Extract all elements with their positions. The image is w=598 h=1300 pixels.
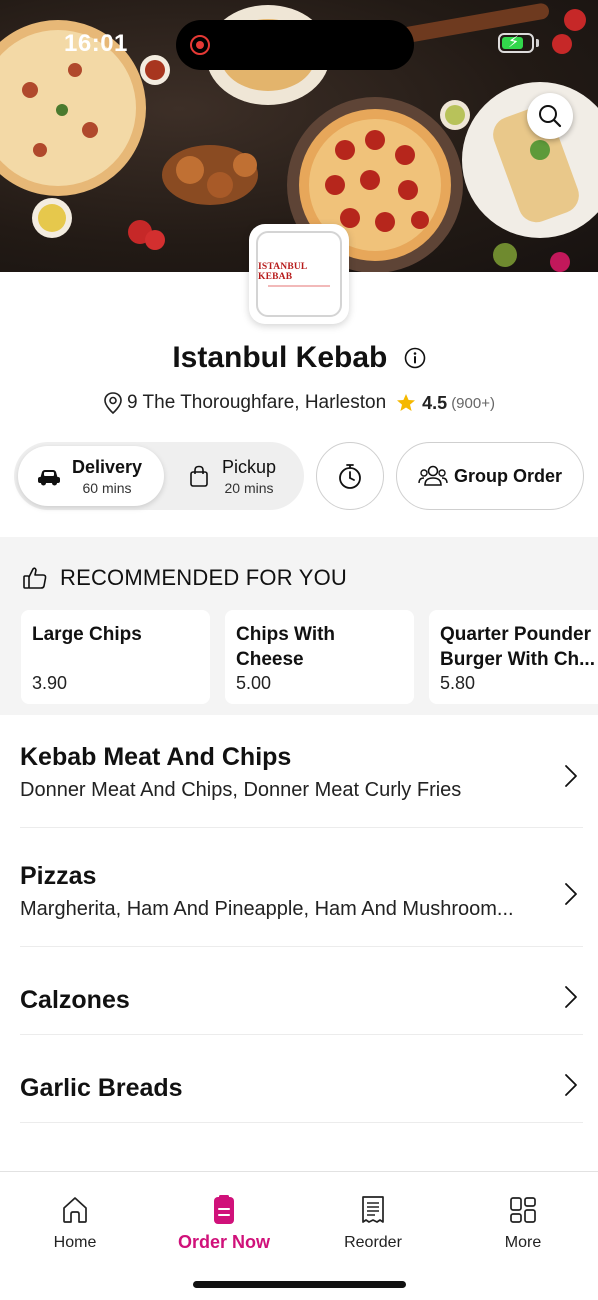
category-title: Kebab Meat And Chips <box>20 743 292 771</box>
nav-home[interactable]: Home <box>15 1194 135 1252</box>
battery-icon: ⚡ <box>498 33 534 53</box>
recommended-item-name: Large Chips <box>32 624 142 645</box>
delivery-pickup-toggle: Delivery 60 mins Pickup 20 mins <box>14 442 304 510</box>
recommended-header: RECOMMENDED FOR YOU <box>22 565 347 591</box>
recording-indicator-icon <box>190 35 210 55</box>
category-description: Donner Meat And Chips, Donner Meat Curly… <box>20 779 462 801</box>
chevron-right-icon <box>565 765 577 787</box>
category-row[interactable]: Garlic Breads <box>20 1035 583 1123</box>
nav-home-label: Home <box>53 1234 97 1251</box>
thumbs-up-icon <box>23 567 47 589</box>
rating-count: (900+) <box>451 394 495 412</box>
recommended-title: RECOMMENDED FOR YOU <box>60 565 347 590</box>
chevron-right-icon <box>565 1074 577 1096</box>
schedule-button[interactable] <box>316 442 384 510</box>
logo-text: ISTANBUL KEBAB <box>258 261 307 282</box>
delivery-option[interactable]: Delivery 60 mins <box>18 446 164 506</box>
store-name: Istanbul Kebab <box>172 341 388 375</box>
category-row[interactable]: Kebab Meat And Chips Donner Meat And Chi… <box>20 743 583 828</box>
nav-more-label: More <box>504 1234 542 1251</box>
recommended-item[interactable]: Quarter Pounder Burger With Ch... 5.80 <box>429 610 598 704</box>
recommended-item[interactable]: Chips With Cheese 5.00 <box>225 610 414 704</box>
logo-underline <box>268 284 330 287</box>
logo-frame: ISTANBUL KEBAB <box>256 231 342 317</box>
category-description: Margherita, Ham And Pineapple, Ham And M… <box>20 898 514 920</box>
people-icon <box>418 465 448 486</box>
address-rating-row: 9 The Thoroughfare, Harleston 4.5 (900+) <box>0 391 598 415</box>
rating-value: 4.5 <box>422 392 448 413</box>
recommended-item-name: Chips With Cheese <box>236 624 336 670</box>
delivery-time: 60 mins <box>82 479 132 496</box>
info-icon[interactable] <box>404 347 426 369</box>
receipt-icon <box>362 1196 384 1223</box>
search-button[interactable] <box>527 93 573 139</box>
group-order-label: Group Order <box>453 465 562 486</box>
store-logo: ISTANBUL KEBAB <box>249 224 349 324</box>
category-row[interactable]: Calzones <box>20 947 583 1035</box>
chevron-right-icon <box>565 986 577 1008</box>
grid-icon <box>510 1197 536 1223</box>
category-title: Pizzas <box>20 862 97 890</box>
category-title: Calzones <box>20 986 130 1014</box>
recommended-item-price: 3.90 <box>32 673 68 693</box>
nav-more[interactable]: More <box>463 1194 583 1252</box>
store-title: Istanbul Kebab <box>0 340 598 375</box>
group-order-button[interactable]: Group Order <box>396 442 584 510</box>
recommended-item-price: 5.80 <box>440 673 476 693</box>
recommended-item-name: Quarter Pounder Burger With Ch... <box>440 624 595 670</box>
search-icon <box>539 105 562 128</box>
nav-reorder-label: Reorder <box>344 1234 402 1251</box>
stopwatch-icon <box>339 464 361 489</box>
nav-reorder[interactable]: Reorder <box>313 1194 433 1252</box>
recommended-item-price: 5.00 <box>236 673 272 693</box>
pickup-time: 20 mins <box>224 479 274 496</box>
pickup-label: Pickup <box>222 456 277 477</box>
star-icon <box>397 394 416 411</box>
store-address: 9 The Thoroughfare, Harleston <box>127 392 387 413</box>
dynamic-island <box>176 20 414 70</box>
order-icon <box>214 1195 234 1224</box>
home-indicator <box>193 1281 406 1288</box>
recommended-section: RECOMMENDED FOR YOU Large Chips 3.90 Chi… <box>0 537 598 715</box>
nav-order-now-label: Order Now <box>177 1232 270 1252</box>
chevron-right-icon <box>565 883 577 905</box>
delivery-label: Delivery <box>72 456 143 477</box>
status-time: 16:01 <box>64 30 128 57</box>
car-icon <box>38 470 60 486</box>
pickup-option[interactable]: Pickup 20 mins <box>172 446 300 506</box>
bag-icon <box>190 465 208 487</box>
battery-cap <box>536 39 539 47</box>
category-title: Garlic Breads <box>20 1074 183 1102</box>
nav-order-now[interactable]: Order Now <box>164 1194 284 1253</box>
charging-bolt-icon: ⚡ <box>508 34 520 51</box>
recommended-item[interactable]: Large Chips 3.90 <box>21 610 210 704</box>
category-row[interactable]: Pizzas Margherita, Ham And Pineapple, Ha… <box>20 862 583 947</box>
location-pin-icon <box>104 392 122 415</box>
home-icon <box>63 1197 87 1223</box>
